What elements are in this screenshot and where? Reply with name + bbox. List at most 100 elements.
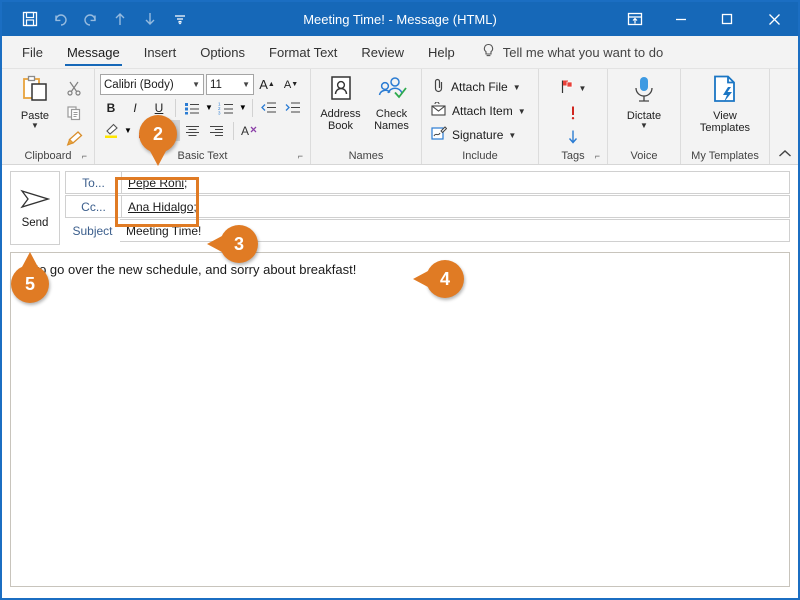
svg-text:A: A bbox=[241, 124, 249, 138]
send-button[interactable]: Send bbox=[10, 171, 60, 245]
tab-options[interactable]: Options bbox=[188, 36, 257, 68]
chevron-down-icon[interactable]: ▼ bbox=[508, 131, 516, 140]
clear-formatting-button[interactable]: A bbox=[239, 120, 261, 141]
address-book-label: Address Book bbox=[320, 108, 361, 132]
message-body-text: nt to go over the new schedule, and sorr… bbox=[21, 262, 357, 277]
grow-font-button[interactable]: A ▲ bbox=[256, 74, 278, 95]
view-templates-icon bbox=[711, 75, 739, 108]
ribbon-group-my-templates: View Templates My Templates bbox=[681, 69, 770, 164]
signature-label: Signature bbox=[452, 128, 504, 142]
paste-button[interactable]: Paste ▼ bbox=[7, 73, 63, 130]
cc-value: Ana Hidalgo; bbox=[128, 199, 197, 214]
view-templates-button[interactable]: View Templates bbox=[690, 73, 760, 134]
chevron-down-icon[interactable]: ▼ bbox=[579, 84, 587, 93]
align-center-button[interactable] bbox=[182, 120, 204, 141]
cc-button[interactable]: Cc... bbox=[65, 195, 122, 218]
increase-indent-button[interactable] bbox=[282, 97, 304, 118]
chevron-down-icon[interactable]: ▼ bbox=[238, 80, 250, 89]
follow-up-button[interactable]: ▼ bbox=[560, 77, 587, 99]
address-book-button[interactable]: Address Book bbox=[316, 73, 365, 132]
dictate-button[interactable]: Dictate ▼ bbox=[616, 73, 672, 130]
tell-me-box[interactable]: Tell me what you want to do bbox=[481, 36, 663, 68]
font-size-combo[interactable]: 11 ▼ bbox=[206, 74, 254, 95]
attach-file-button[interactable]: Attach File ▼ bbox=[427, 76, 525, 98]
save-icon[interactable] bbox=[16, 6, 44, 32]
decrease-indent-button[interactable] bbox=[258, 97, 280, 118]
numbering-button[interactable]: 123 bbox=[215, 97, 237, 118]
attach-file-label: Attach File bbox=[451, 80, 508, 94]
chevron-down-icon[interactable]: ▼ bbox=[188, 80, 200, 89]
ribbon-group-names: Address Book Check Names Names bbox=[311, 69, 422, 164]
copy-button[interactable] bbox=[63, 103, 85, 123]
customize-quick-access-toolbar-icon[interactable] bbox=[166, 6, 194, 32]
tags-dialog-launcher-icon[interactable]: ⌐ bbox=[595, 149, 600, 164]
check-names-button[interactable]: Check Names bbox=[367, 73, 416, 132]
chevron-down-icon[interactable]: ▼ bbox=[518, 107, 526, 116]
ribbon-group-voice: Dictate ▼ Voice bbox=[608, 69, 681, 164]
font-row: Calibri (Body) ▼ 11 ▼ A ▲ A ▼ bbox=[100, 73, 302, 96]
paragraph-row: ▼ A A bbox=[100, 119, 261, 142]
chevron-down-icon[interactable]: ▼ bbox=[124, 126, 132, 135]
ribbon-group-include: Attach File ▼ Attach Item ▼ Signature ▼ bbox=[422, 69, 539, 164]
font-name-value: Calibri (Body) bbox=[104, 78, 174, 91]
ribbon-group-clipboard: Paste ▼ Clipboard ⌐ bbox=[2, 69, 95, 164]
cc-input[interactable]: Ana Hidalgo; bbox=[122, 195, 790, 218]
bold-button[interactable]: B bbox=[100, 97, 122, 118]
basic-text-dialog-launcher-icon[interactable]: ⌐ bbox=[298, 149, 303, 164]
clipboard-dialog-launcher-icon[interactable]: ⌐ bbox=[82, 149, 87, 164]
tab-format-text[interactable]: Format Text bbox=[257, 36, 349, 68]
to-input[interactable]: Pepe Roni; bbox=[122, 171, 790, 194]
cut-button[interactable] bbox=[63, 78, 85, 98]
collapse-ribbon-icon[interactable] bbox=[778, 149, 792, 162]
group-label-clipboard: Clipboard ⌐ bbox=[24, 149, 87, 164]
group-label-basic-text: Basic Text ⌐ bbox=[177, 149, 303, 164]
divider bbox=[175, 98, 176, 117]
low-importance-button[interactable] bbox=[562, 127, 584, 147]
ribbon-group-tags: ▼ Tags ⌐ bbox=[539, 69, 608, 164]
divider bbox=[251, 98, 253, 117]
divider bbox=[232, 121, 234, 140]
message-body[interactable]: nt to go over the new schedule, and sorr… bbox=[10, 252, 790, 587]
signature-icon bbox=[431, 126, 448, 144]
previous-item-icon[interactable] bbox=[106, 6, 134, 32]
italic-button[interactable]: I bbox=[124, 97, 146, 118]
attach-item-icon bbox=[431, 101, 447, 120]
tab-help[interactable]: Help bbox=[416, 36, 467, 68]
signature-button[interactable]: Signature ▼ bbox=[427, 124, 520, 146]
minimize-icon[interactable] bbox=[658, 2, 704, 36]
tab-file[interactable]: File bbox=[10, 36, 55, 68]
maximize-icon[interactable] bbox=[704, 2, 750, 36]
microphone-icon bbox=[630, 75, 658, 108]
ribbon-display-options-icon[interactable] bbox=[612, 2, 658, 36]
shrink-font-button[interactable]: A ▼ bbox=[280, 74, 302, 95]
callout-4: 4 bbox=[413, 260, 464, 298]
tab-message[interactable]: Message bbox=[55, 36, 132, 68]
attach-item-button[interactable]: Attach Item ▼ bbox=[427, 100, 530, 122]
chevron-down-icon[interactable]: ▼ bbox=[640, 122, 648, 130]
next-item-icon[interactable] bbox=[136, 6, 164, 32]
chevron-down-icon[interactable]: ▼ bbox=[205, 103, 213, 112]
lightbulb-icon bbox=[481, 43, 496, 62]
chevron-down-icon[interactable]: ▼ bbox=[239, 103, 247, 112]
redo-icon[interactable] bbox=[76, 6, 104, 32]
align-right-button[interactable] bbox=[206, 120, 228, 141]
callout-2: 2 bbox=[139, 115, 177, 166]
chevron-down-icon[interactable]: ▼ bbox=[31, 122, 39, 130]
group-label-names: Names bbox=[348, 150, 384, 162]
group-label-my-templates: My Templates bbox=[691, 150, 759, 162]
font-size-value: 11 bbox=[210, 78, 222, 91]
ribbon-group-basic-text: Calibri (Body) ▼ 11 ▼ A ▲ A ▼ B I U ▼ 1 … bbox=[95, 69, 311, 164]
group-label-voice: Voice bbox=[630, 150, 658, 162]
font-name-combo[interactable]: Calibri (Body) ▼ bbox=[100, 74, 204, 95]
high-importance-button[interactable] bbox=[562, 103, 584, 123]
to-button[interactable]: To... bbox=[65, 171, 122, 194]
undo-icon[interactable] bbox=[46, 6, 74, 32]
chevron-down-icon[interactable]: ▼ bbox=[513, 83, 521, 92]
tab-insert[interactable]: Insert bbox=[132, 36, 189, 68]
format-painter-button[interactable] bbox=[63, 128, 85, 148]
view-templates-label: View Templates bbox=[699, 110, 751, 134]
tab-review[interactable]: Review bbox=[349, 36, 416, 68]
text-highlight-color-button[interactable] bbox=[100, 120, 122, 141]
bullets-button[interactable] bbox=[181, 97, 203, 118]
close-icon[interactable] bbox=[750, 2, 798, 36]
